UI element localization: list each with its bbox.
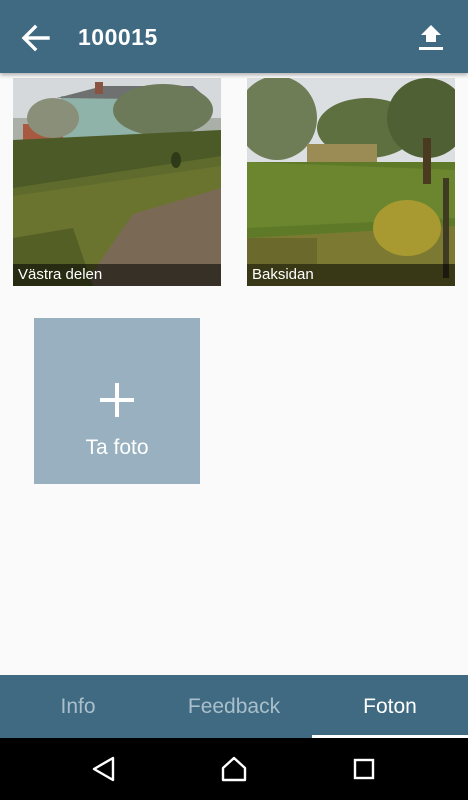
nav-recents-icon (353, 758, 375, 780)
photo-caption: Baksidan (247, 264, 455, 286)
plus-icon (100, 383, 134, 417)
nav-home-icon (221, 756, 247, 782)
app-bar: 100015 (0, 0, 468, 73)
nav-recents-button[interactable] (344, 751, 384, 787)
page-title: 100015 (78, 24, 158, 50)
back-button[interactable] (14, 16, 58, 60)
upload-button[interactable] (408, 16, 454, 60)
take-photo-label: Ta foto (85, 436, 149, 459)
system-navigation-bar (0, 738, 468, 800)
photo-thumbnail[interactable]: Västra delen (13, 78, 221, 286)
tab-info[interactable]: Info (0, 675, 156, 738)
garden-photo-west (13, 78, 221, 286)
nav-back-icon (92, 756, 115, 782)
garden-photo-back (247, 78, 455, 286)
nav-back-button[interactable] (84, 751, 124, 787)
photo-thumbnail[interactable]: Baksidan (247, 78, 455, 286)
bottom-tab-bar: Info Feedback Foton (0, 675, 468, 738)
photo-caption: Västra delen (13, 264, 221, 286)
nav-home-button[interactable] (214, 751, 254, 787)
photo-grid: Västra delen Baksidan Ta foto (0, 73, 468, 675)
arrow-back-icon (21, 24, 50, 52)
tab-foton[interactable]: Foton (312, 675, 468, 738)
upload-icon (419, 25, 443, 50)
take-photo-button[interactable]: Ta foto (34, 318, 200, 484)
tab-feedback[interactable]: Feedback (156, 675, 312, 738)
